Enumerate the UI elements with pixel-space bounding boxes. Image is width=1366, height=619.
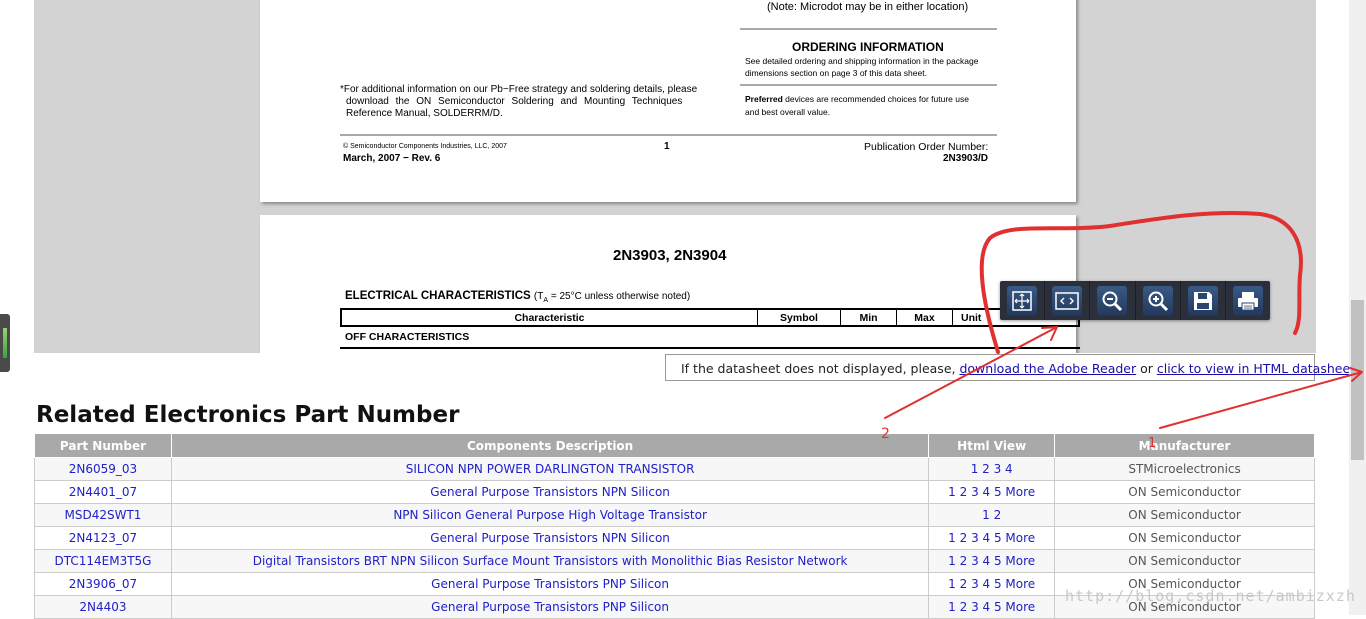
- print-button[interactable]: [1226, 281, 1270, 320]
- side-widget-handle[interactable]: [0, 314, 10, 372]
- footer-divider: [340, 134, 997, 136]
- zoom-in-icon: [1142, 285, 1173, 316]
- part-number-link[interactable]: DTC114EM3T5G: [34, 549, 172, 573]
- page-number: 1: [664, 141, 670, 152]
- ordering-line-1: See detailed ordering and shipping infor…: [745, 56, 979, 66]
- column-header: Manufacturer: [1054, 433, 1315, 458]
- table-header-row: Part Number Components Description Html Vi…: [34, 433, 1315, 458]
- pbfree-line-1: *For additional information on our Pb−Fr…: [340, 84, 698, 95]
- html-view-links[interactable]: 1 2 3 4 5 More: [928, 572, 1056, 596]
- table-row: 2N4401_07 General Purpose Transistors NPN…: [34, 480, 1315, 504]
- html-view-links[interactable]: 1 2 3 4: [928, 457, 1056, 481]
- pbfree-line-3: Reference Manual, SOLDERRM/D.: [346, 108, 503, 119]
- html-view-links[interactable]: 1 2: [928, 503, 1056, 527]
- part-number-link[interactable]: 2N3906_07: [34, 572, 172, 596]
- microdot-note: (Note: Microdot may be in either locatio…: [767, 1, 969, 13]
- fit-width-button[interactable]: [1045, 281, 1091, 320]
- column-header: Components Description: [170, 433, 930, 458]
- pbfree-line-2: download the ON Semiconductor Soldering …: [346, 96, 683, 107]
- scrollbar-thumb[interactable]: [1351, 300, 1364, 460]
- table-row: 2N4123_07 General Purpose Transistors NPN…: [34, 526, 1315, 550]
- description-link[interactable]: SILICON NPN POWER DARLINGTON TRANSISTOR: [170, 457, 930, 481]
- column-header: Part Number: [34, 433, 172, 458]
- ordering-title: ORDERING INFORMATION: [792, 40, 944, 54]
- zoom-out-icon: [1097, 285, 1128, 316]
- watermark: http://blog.csdn.net/ambizxzh: [1065, 587, 1356, 605]
- related-title: Related Electronics Part Number: [36, 402, 460, 428]
- pub-number: 2N3903/D: [943, 153, 989, 164]
- part-number-link[interactable]: MSD42SWT1: [34, 503, 172, 527]
- reader-notice: If the datasheet does not displayed, ple…: [665, 354, 1359, 381]
- html-view-links[interactable]: 1 2 3 4 5 More: [928, 549, 1056, 573]
- zoom-out-button[interactable]: [1090, 281, 1136, 320]
- elec-char-title: ELECTRICAL CHARACTERISTICS (TA = 25°C un…: [345, 290, 691, 304]
- html-view-links[interactable]: 1 2 3 4 5 More: [928, 480, 1056, 504]
- date-rev: March, 2007 − Rev. 6: [343, 153, 441, 164]
- manufacturer-cell: ON Semiconductor: [1054, 526, 1315, 550]
- annotation-label-1: 1: [1148, 436, 1157, 451]
- col-max: Max: [897, 310, 953, 325]
- notice-or: or: [1136, 361, 1157, 376]
- fit-page-icon: [1007, 285, 1038, 316]
- window-scrollbar[interactable]: [1349, 0, 1366, 615]
- part-number-link[interactable]: 2N4403: [34, 595, 172, 619]
- part-number-link[interactable]: 2N4401_07: [34, 480, 172, 504]
- html-view-links[interactable]: 1 2 3 4 5 More: [928, 595, 1056, 619]
- save-button[interactable]: [1181, 281, 1226, 320]
- zoom-in-button[interactable]: [1136, 281, 1181, 320]
- col-symbol: Symbol: [758, 310, 841, 325]
- fit-width-icon: [1052, 285, 1083, 316]
- off-characteristics: OFF CHARACTERISTICS: [345, 331, 470, 343]
- table-row: 2N6059_03 SILICON NPN POWER DARLINGTON TR…: [34, 457, 1315, 481]
- manufacturer-cell: ON Semiconductor: [1054, 549, 1315, 573]
- col-min: Min: [841, 310, 897, 325]
- description-link[interactable]: NPN Silicon General Purpose High Voltage…: [170, 503, 930, 527]
- description-link[interactable]: General Purpose Transistors PNP Silicon: [170, 595, 930, 619]
- column-header: Html View: [928, 433, 1056, 458]
- description-link[interactable]: General Purpose Transistors NPN Silicon: [170, 526, 930, 550]
- html-datasheet-link[interactable]: click to view in HTML datasheet.: [1157, 361, 1359, 376]
- description-link[interactable]: General Purpose Transistors NPN Silicon: [170, 480, 930, 504]
- fit-page-button[interactable]: [1000, 281, 1046, 320]
- manufacturer-cell: ON Semiconductor: [1054, 480, 1315, 504]
- annotation-label-2: 2: [881, 426, 890, 442]
- section-rule: [340, 347, 1080, 349]
- ordering-line-2: dimensions section on page 3 of this dat…: [745, 68, 927, 78]
- col-characteristic: Characteristic: [342, 310, 758, 325]
- preferred-line-1: Preferred devices are recommended choice…: [745, 94, 969, 104]
- table-row: DTC114EM3T5G Digital Transistors BRT NPN …: [34, 549, 1315, 573]
- table-row: MSD42SWT1 NPN Silicon General Purpose Hig…: [34, 503, 1315, 527]
- description-link[interactable]: Digital Transistors BRT NPN Silicon Surf…: [170, 549, 930, 573]
- save-icon: [1187, 285, 1218, 316]
- divider: [740, 84, 997, 86]
- pub-label: Publication Order Number:: [864, 141, 989, 153]
- part-number-link[interactable]: 2N6059_03: [34, 457, 172, 481]
- manufacturer-cell: ON Semiconductor: [1054, 503, 1315, 527]
- html-view-links[interactable]: 1 2 3 4 5 More: [928, 526, 1056, 550]
- download-adobe-reader-link[interactable]: download the Adobe Reader: [959, 361, 1136, 376]
- manufacturer-cell: STMicroelectronics: [1054, 457, 1315, 481]
- pdf-page-1: (Note: Microdot may be in either locatio…: [260, 0, 1076, 202]
- datasheet-title: 2N3903, 2N3904: [613, 247, 727, 264]
- notice-text: If the datasheet does not displayed, ple…: [681, 361, 960, 376]
- part-number-link[interactable]: 2N4123_07: [34, 526, 172, 550]
- copyright: © Semiconductor Components Industries, L…: [343, 143, 507, 150]
- level-bars-icon: [3, 328, 7, 358]
- elec-table-header: Characteristic Symbol Min Max Unit: [340, 308, 1080, 327]
- pdf-toolbar: [1000, 281, 1270, 320]
- pdf-page-2: 2N3903, 2N3904 ELECTRICAL CHARACTERISTIC…: [260, 215, 1080, 353]
- divider: [740, 28, 997, 30]
- print-icon: [1232, 285, 1263, 316]
- preferred-line-2: and best overall value.: [745, 107, 831, 117]
- description-link[interactable]: General Purpose Transistors PNP Silicon: [170, 572, 930, 596]
